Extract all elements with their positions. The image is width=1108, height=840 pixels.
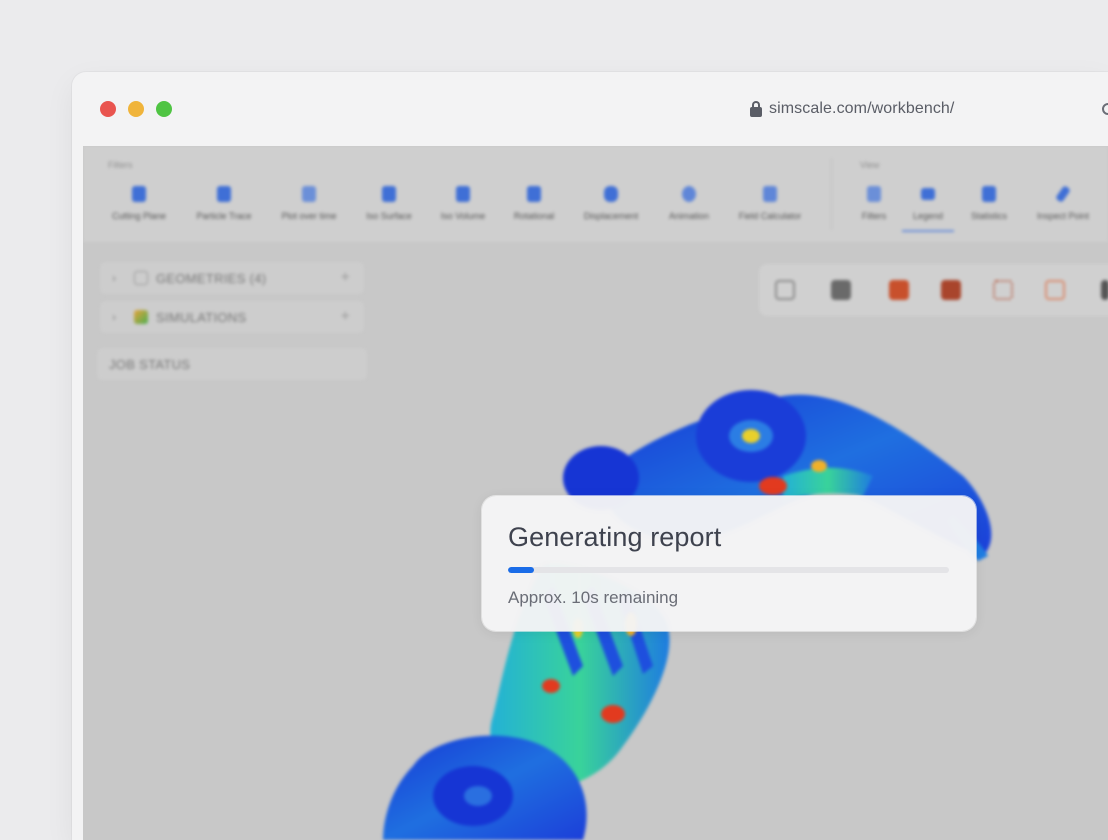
reload-icon[interactable] bbox=[1102, 103, 1108, 115]
browser-window: simscale.com/workbench/ Filters View Cut… bbox=[72, 72, 1108, 840]
wireframe-cube-icon[interactable] bbox=[775, 280, 795, 300]
view-front-icon[interactable] bbox=[889, 280, 909, 300]
solid-cube-icon[interactable] bbox=[831, 280, 851, 300]
workbench-app: Filters View Cutting Plane Particle Trac… bbox=[83, 146, 1108, 840]
dialog-title: Generating report bbox=[508, 522, 722, 552]
url-text: simscale.com/workbench/ bbox=[769, 100, 955, 117]
job-status-panel[interactable]: JOB STATUS bbox=[97, 348, 367, 380]
add-geometry-icon[interactable]: + bbox=[341, 269, 350, 287]
browser-titlebar: simscale.com/workbench/ bbox=[72, 72, 1108, 146]
chevron-right-icon: › bbox=[112, 310, 116, 324]
geometry-icon bbox=[134, 271, 148, 285]
time-remaining-text: Approx. 10s remaining bbox=[508, 588, 679, 607]
simulations-panel[interactable]: › SIMULATIONS + bbox=[100, 301, 364, 333]
lock-icon bbox=[749, 101, 763, 117]
more-views-icon[interactable] bbox=[1101, 280, 1108, 300]
zoom-window-button[interactable] bbox=[156, 101, 172, 117]
close-window-button[interactable] bbox=[100, 101, 116, 117]
view-side-icon[interactable] bbox=[941, 280, 961, 300]
view-iso-icon[interactable] bbox=[1045, 280, 1065, 300]
address-bar[interactable]: simscale.com/workbench/ bbox=[749, 99, 954, 119]
chevron-right-icon: › bbox=[112, 271, 116, 285]
view-orientation-bar bbox=[759, 264, 1108, 316]
report-progress-bar bbox=[508, 567, 949, 573]
add-simulation-icon[interactable]: + bbox=[341, 308, 350, 326]
simulation-icon bbox=[134, 310, 148, 324]
report-progress-fill bbox=[508, 567, 535, 573]
view-top-icon[interactable] bbox=[993, 280, 1013, 300]
simulation-result-model[interactable] bbox=[83, 146, 1108, 840]
geometries-panel[interactable]: › GEOMETRIES (4) + bbox=[100, 262, 364, 294]
generating-report-dialog: Generating report Approx. 10s remaining bbox=[482, 496, 976, 631]
minimize-window-button[interactable] bbox=[128, 101, 144, 117]
